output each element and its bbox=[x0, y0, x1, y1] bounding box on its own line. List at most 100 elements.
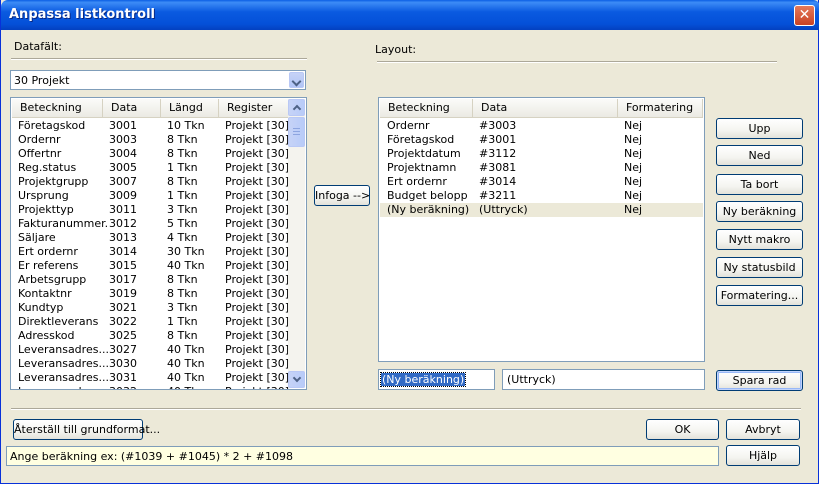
table-cell: 8 Tkn bbox=[167, 273, 198, 286]
table-cell: 8 Tkn bbox=[167, 329, 198, 342]
table-cell: Leveransadres... bbox=[18, 385, 108, 389]
table-cell: Direktleverans bbox=[18, 315, 99, 328]
table-row[interactable]: Säljare 3013 4 Tkn Projekt [30] bbox=[12, 231, 290, 245]
field-list-scrollbar[interactable] bbox=[288, 99, 305, 388]
table-cell: Projekt [30] bbox=[225, 357, 290, 370]
close-icon[interactable]: ✕ bbox=[794, 5, 815, 26]
table-row[interactable]: Leveransadres... 3031 40 Tkn Projekt [30] bbox=[12, 371, 290, 385]
table-cell: 3 Tkn bbox=[167, 203, 198, 216]
table-row[interactable]: Företagskod #3001 Nej bbox=[380, 133, 703, 147]
table-row[interactable]: Ursprung 3009 1 Tkn Projekt [30] bbox=[12, 189, 290, 203]
table-cell: 3003 bbox=[109, 133, 137, 146]
ny-statusbild-button[interactable]: Ny statusbild bbox=[716, 257, 803, 278]
table-row[interactable]: Projektdatum #3112 Nej bbox=[380, 147, 703, 161]
table-cell: Arbetsgrupp bbox=[18, 273, 87, 286]
table-cell: 3027 bbox=[109, 343, 137, 356]
calc-name-input[interactable]: (Ny beräkning) bbox=[378, 369, 495, 390]
table-row[interactable]: Ert ordernr #3014 Nej bbox=[380, 175, 703, 189]
table-row[interactable]: Er referens 3015 40 Tkn Projekt [30] bbox=[12, 259, 290, 273]
scroll-down-icon[interactable] bbox=[288, 371, 305, 388]
ny-berakning-button[interactable]: Ny beräkning bbox=[716, 201, 803, 222]
column-header-data[interactable]: Data bbox=[473, 99, 618, 118]
table-row[interactable]: Offertnr 3004 8 Tkn Projekt [30] bbox=[12, 147, 290, 161]
column-header-formatering[interactable]: Formatering bbox=[618, 99, 703, 118]
table-cell: Nej bbox=[624, 189, 643, 202]
table-row[interactable]: Adresskod 3025 8 Tkn Projekt [30] bbox=[12, 329, 290, 343]
table-row[interactable]: Leveransadres... 3030 40 Tkn Projekt [30] bbox=[12, 357, 290, 371]
table-row[interactable]: Direktleverans 3022 1 Tkn Projekt [30] bbox=[12, 315, 290, 329]
table-row[interactable]: Fakturanummer... 3012 5 Tkn Projekt [30] bbox=[12, 217, 290, 231]
table-cell: 40 Tkn bbox=[167, 357, 205, 370]
table-row[interactable]: Kundtyp 3021 3 Tkn Projekt [30] bbox=[12, 301, 290, 315]
chevron-down-icon[interactable] bbox=[289, 72, 304, 88]
table-row[interactable]: Leveransadres... 3027 40 Tkn Projekt [30] bbox=[12, 343, 290, 357]
table-cell: 40 Tkn bbox=[167, 259, 205, 272]
table-cell: Företagskod bbox=[387, 133, 455, 146]
formatering-button[interactable]: Formatering... bbox=[716, 285, 803, 306]
table-row[interactable]: Reg.status 3005 1 Tkn Projekt [30] bbox=[12, 161, 290, 175]
table-cell: Projekt [30] bbox=[225, 133, 290, 146]
table-row[interactable]: Arbetsgrupp 3017 8 Tkn Projekt [30] bbox=[12, 273, 290, 287]
table-cell: Projekt [30] bbox=[225, 343, 290, 356]
scroll-thumb[interactable] bbox=[288, 117, 305, 147]
ta-bort-button[interactable]: Ta bort bbox=[716, 174, 803, 195]
table-row[interactable]: Leveransadres...303240 TknProjekt [30] bbox=[12, 385, 291, 389]
calc-expression-input[interactable]: (Uttryck) bbox=[502, 369, 705, 390]
column-header-beteckning[interactable]: Beteckning bbox=[12, 99, 103, 118]
column-header-beteckning[interactable]: Beteckning bbox=[380, 99, 473, 118]
nytt-makro-button[interactable]: Nytt makro bbox=[716, 229, 803, 250]
status-hint-text: Ange beräkning ex: (#1039 + #1045) * 2 +… bbox=[10, 450, 294, 463]
table-cell: Ert ordernr bbox=[18, 245, 78, 258]
field-list-header: Beteckning Data Längd Register bbox=[12, 99, 291, 118]
table-row[interactable]: Företagskod 3001 10 Tkn Projekt [30] bbox=[12, 119, 290, 133]
table-cell: 3007 bbox=[109, 175, 137, 188]
register-combo[interactable]: 30 Projekt bbox=[10, 70, 306, 90]
reset-format-button[interactable]: Återställ till grundformat... bbox=[13, 419, 160, 440]
table-cell: Projekt [30] bbox=[225, 385, 291, 389]
hjalp-button[interactable]: Hjälp bbox=[726, 445, 800, 466]
register-combo-value: 30 Projekt bbox=[14, 74, 70, 87]
table-cell: Projekttyp bbox=[18, 203, 74, 216]
table-cell: 8 Tkn bbox=[167, 147, 198, 160]
field-list[interactable]: Beteckning Data Längd Register Företagsk… bbox=[10, 97, 307, 390]
title-bar: Anpassa listkontroll ✕ bbox=[1, 0, 819, 30]
table-row[interactable]: Projekttyp 3011 3 Tkn Projekt [30] bbox=[12, 203, 290, 217]
column-header-langd[interactable]: Längd bbox=[161, 99, 219, 118]
table-row[interactable]: Kontaktnr 3019 8 Tkn Projekt [30] bbox=[12, 287, 290, 301]
table-row[interactable]: Budget belopp #3211 Nej bbox=[380, 189, 703, 203]
table-cell: Leveransadres... bbox=[18, 371, 108, 384]
table-cell: 3012 bbox=[109, 217, 137, 230]
table-row[interactable]: Projektgrupp 3007 8 Tkn Projekt [30] bbox=[12, 175, 290, 189]
upp-button[interactable]: Upp bbox=[716, 118, 803, 139]
spara-rad-button[interactable]: Spara rad bbox=[716, 370, 803, 391]
ok-button[interactable]: OK bbox=[646, 419, 719, 440]
table-row[interactable]: (Ny beräkning) (Uttryck) Nej bbox=[380, 203, 703, 217]
table-cell: Ordernr bbox=[387, 119, 430, 132]
infoga-button[interactable]: Infoga --> bbox=[314, 185, 370, 206]
table-cell: 3032 bbox=[109, 385, 165, 389]
column-header-data[interactable]: Data bbox=[103, 99, 161, 118]
table-row[interactable]: Ordernr #3003 Nej bbox=[380, 119, 703, 133]
table-cell: (Uttryck) bbox=[479, 203, 528, 216]
status-hint: Ange beräkning ex: (#1039 + #1045) * 2 +… bbox=[6, 446, 719, 466]
table-cell: Projekt [30] bbox=[225, 217, 290, 230]
table-row[interactable]: Ordernr 3003 8 Tkn Projekt [30] bbox=[12, 133, 290, 147]
ned-button[interactable]: Ned bbox=[716, 145, 803, 166]
table-cell: Ordernr bbox=[18, 133, 61, 146]
table-row[interactable]: Projektnamn #3081 Nej bbox=[380, 161, 703, 175]
footer-separator bbox=[11, 408, 801, 410]
table-cell: Projektgrupp bbox=[18, 175, 89, 188]
table-cell: Fakturanummer... bbox=[18, 217, 108, 230]
table-cell: 4 Tkn bbox=[167, 231, 198, 244]
table-cell: 40 Tkn bbox=[167, 385, 223, 389]
table-row[interactable]: Ert ordernr 3014 30 Tkn Projekt [30] bbox=[12, 245, 290, 259]
dialog-window: Anpassa listkontroll ✕ Datafält: 30 Proj… bbox=[0, 0, 819, 484]
scroll-up-icon[interactable] bbox=[288, 99, 305, 116]
layout-list[interactable]: Beteckning Data Formatering Ordernr #3003… bbox=[378, 97, 705, 362]
avbryt-button[interactable]: Avbryt bbox=[726, 419, 800, 440]
column-header-register[interactable]: Register bbox=[219, 99, 291, 118]
table-cell: 1 Tkn bbox=[167, 161, 198, 174]
table-cell: 1 Tkn bbox=[167, 189, 198, 202]
table-cell: Nej bbox=[624, 203, 643, 216]
table-cell: Nej bbox=[624, 161, 643, 174]
